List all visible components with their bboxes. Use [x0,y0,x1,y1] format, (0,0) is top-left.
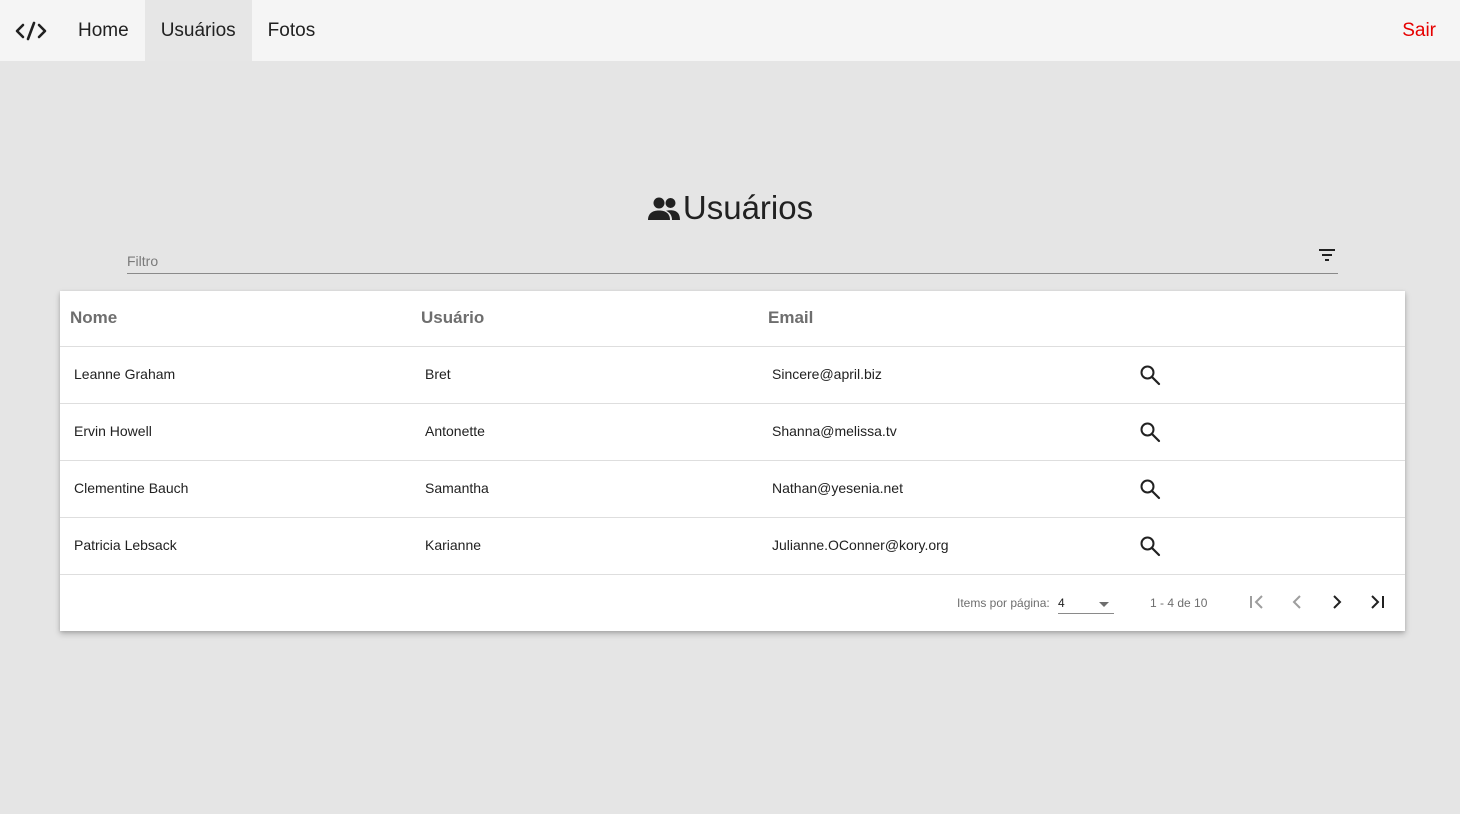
cell-nome: Clementine Bauch [74,480,189,496]
column-header-usuario[interactable]: Usuário [421,308,484,328]
cell-nome: Patricia Lebsack [74,537,177,553]
cell-usuario: Bret [425,366,451,382]
table-row: Leanne Graham Bret Sincere@april.biz [60,347,1405,404]
first-page-icon [1250,595,1263,609]
chevron-right-icon [1333,595,1342,609]
page-size-value: 4 [1058,596,1065,610]
column-header-nome[interactable]: Nome [70,308,117,328]
code-icon [15,21,47,40]
search-icon[interactable] [1139,421,1161,443]
filter-field [127,240,1338,274]
table-header: Nome Usuário Email [60,291,1405,347]
items-per-page-label: Items por página: [957,596,1050,610]
logout-button[interactable]: Sair [1402,0,1436,61]
page-title-text: Usuários [682,189,814,226]
page-size-select[interactable]: 4 [1058,592,1114,614]
previous-page-button[interactable] [1285,590,1309,614]
logo-button[interactable] [0,0,62,61]
search-icon[interactable] [1139,478,1161,500]
cell-nome: Ervin Howell [74,423,152,439]
column-header-email[interactable]: Email [768,308,813,328]
group-icon [647,197,680,220]
nav-fotos[interactable]: Fotos [252,0,332,61]
cell-usuario: Antonette [425,423,485,439]
search-icon[interactable] [1139,364,1161,386]
cell-nome: Leanne Graham [74,366,176,382]
next-page-button[interactable] [1325,590,1349,614]
top-nav-bar: Home Usuários Fotos Sair [0,0,1460,61]
nav-home[interactable]: Home [62,0,145,61]
table-row: Clementine Bauch Samantha Nathan@yesenia… [60,461,1405,518]
cell-email: Shanna@melissa.tv [772,423,897,439]
page-title: Usuários [0,186,1460,230]
last-page-icon [1371,595,1384,609]
nav-usuarios[interactable]: Usuários [144,0,252,61]
filter-icon[interactable] [1318,246,1336,264]
cell-usuario: Samantha [425,480,489,496]
first-page-button[interactable] [1245,590,1269,614]
chevron-left-icon [1292,595,1301,609]
table-row: Ervin Howell Antonette Shanna@melissa.tv [60,404,1405,461]
dropdown-arrow-icon [1099,602,1109,607]
cell-email: Julianne.OConner@kory.org [772,537,949,553]
page-range-label: 1 - 4 de 10 [1150,596,1208,610]
users-table-card: Nome Usuário Email Leanne Graham Bret Si… [60,291,1405,631]
table-row: Patricia Lebsack Karianne Julianne.OConn… [60,518,1405,575]
cell-email: Sincere@april.biz [772,366,882,382]
paginator: Items por página: 4 1 - 4 de 10 [60,574,1405,631]
cell-email: Nathan@yesenia.net [772,480,903,496]
search-icon[interactable] [1139,535,1161,557]
filter-input[interactable] [127,251,1297,271]
last-page-button[interactable] [1365,590,1389,614]
cell-usuario: Karianne [425,537,482,553]
